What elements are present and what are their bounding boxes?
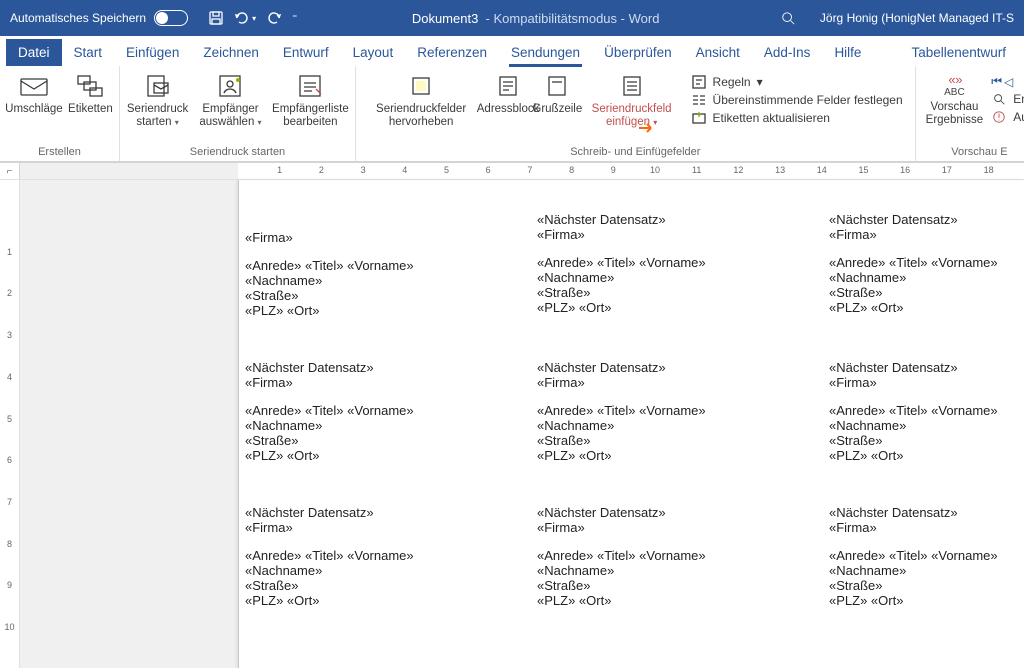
label-cell[interactable]: «Nächster Datensatz»«Firma»«Anrede» «Tit… <box>531 344 823 489</box>
highlight-fields-button[interactable]: Seriendruckfelder hervorheben <box>362 70 480 130</box>
match-fields-icon <box>691 92 707 108</box>
label-cell[interactable]: «Nächster Datensatz»«Firma»«Anrede» «Tit… <box>531 196 823 344</box>
nav-prev-icon: ◁ <box>1004 75 1013 89</box>
autosave-toggle[interactable]: Automatisches Speichern <box>0 10 198 26</box>
horizontal-ruler[interactable]: 123456789101112131415161718 <box>238 163 1024 179</box>
rules-button[interactable]: Regeln ▾ <box>691 74 903 90</box>
tab-view[interactable]: Ansicht <box>684 39 752 66</box>
undo-button[interactable]: ▾ <box>234 10 256 26</box>
tab-mailings[interactable]: Sendungen <box>499 39 592 66</box>
highlight-icon <box>404 72 438 100</box>
address-block-button[interactable]: Adressblock <box>482 70 534 118</box>
label-cell[interactable]: «Nächster Datensatz»«Firma»«Anrede» «Tit… <box>531 489 823 634</box>
envelope-icon <box>17 72 51 100</box>
group-create-label: Erstellen <box>0 144 119 161</box>
tab-start[interactable]: Start <box>62 39 115 66</box>
autosave-switch[interactable] <box>154 10 188 26</box>
edit-recipient-list-button[interactable]: Empfängerliste bearbeiten <box>272 70 349 130</box>
edit-list-icon <box>293 72 327 100</box>
preview-results-button[interactable]: « » ABC Vorschau Ergebnisse <box>922 70 988 128</box>
tab-design[interactable]: Entwurf <box>271 39 341 66</box>
tab-addins[interactable]: Add-Ins <box>752 39 823 66</box>
autosave-label: Automatisches Speichern <box>10 11 146 25</box>
error-check-icon <box>991 109 1007 125</box>
search-icon <box>991 91 1007 107</box>
tab-file[interactable]: Datei <box>6 39 62 66</box>
vertical-ruler[interactable]: 12345678910 <box>0 180 20 668</box>
select-recipients-button[interactable]: Empfänger auswählen ▾ <box>195 70 266 130</box>
labels-icon <box>73 72 107 100</box>
user-name[interactable]: Jörg Honig (HonigNet Managed IT-S <box>820 11 1014 25</box>
group-fields-label: Schreib- und Einfügefelder <box>356 144 915 161</box>
find-recipient-button[interactable]: Em <box>991 91 1024 107</box>
addressblock-icon <box>491 72 525 100</box>
recipients-icon <box>213 72 247 100</box>
label-cell[interactable]: «Nächster Datensatz»«Firma»«Anrede» «Tit… <box>239 344 531 489</box>
save-icon[interactable] <box>208 10 224 26</box>
qat-customize[interactable]: ⁼ <box>292 13 297 24</box>
preview-icon: « » ABC <box>937 72 971 98</box>
label-cell[interactable]: «Nächster Datensatz»«Firma»«Anrede» «Tit… <box>823 489 1024 634</box>
insert-merge-field-button[interactable]: Seriendruckfeld einfügen ▾ <box>581 70 683 130</box>
label-cell[interactable]: «Nächster Datensatz»«Firma»«Anrede» «Tit… <box>823 196 1024 344</box>
envelopes-button[interactable]: Umschläge <box>6 70 62 118</box>
window-title: Dokument3 - Kompatibilitätsmodus - Word <box>307 11 764 26</box>
ruler-corner[interactable]: ⌐ <box>0 163 20 179</box>
tab-help[interactable]: Hilfe <box>822 39 873 66</box>
tab-draw[interactable]: Zeichnen <box>191 39 271 66</box>
tab-table-design[interactable]: Tabellenentwurf <box>899 39 1018 66</box>
tab-references[interactable]: Referenzen <box>405 39 499 66</box>
labels-button[interactable]: Etiketten <box>68 70 113 118</box>
label-cell[interactable]: «Nächster Datensatz»«Firma»«Anrede» «Tit… <box>239 489 531 634</box>
nav-first-button[interactable]: ⏮ ◁ <box>991 74 1024 89</box>
update-labels-icon <box>691 110 707 126</box>
tab-insert[interactable]: Einfügen <box>114 39 191 66</box>
update-labels-button[interactable]: Etiketten aktualisieren <box>691 110 903 126</box>
mailmerge-icon <box>141 72 175 100</box>
nav-first-icon: ⏮ <box>991 74 1002 89</box>
document-page[interactable]: «Firma»«Anrede» «Titel» «Vorname» «Nachn… <box>238 180 1024 668</box>
start-mailmerge-button[interactable]: Seriendruck starten ▾ <box>126 70 189 130</box>
arrow-annotation-icon <box>639 122 657 134</box>
redo-button[interactable] <box>266 10 282 26</box>
label-cell[interactable]: «Nächster Datensatz»«Firma»«Anrede» «Tit… <box>823 344 1024 489</box>
group-mailmerge-label: Seriendruck starten <box>120 144 355 161</box>
check-errors-button[interactable]: Auf <box>991 109 1024 125</box>
chevron-down-icon: ▾ <box>757 75 763 89</box>
label-cell[interactable]: «Firma»«Anrede» «Titel» «Vorname» «Nachn… <box>239 196 531 344</box>
insert-field-icon <box>615 72 649 100</box>
tab-review[interactable]: Überprüfen <box>592 39 684 66</box>
greeting-line-button[interactable]: Grußzeile <box>536 70 579 118</box>
greeting-icon <box>540 72 574 100</box>
tab-layout[interactable]: Layout <box>341 39 406 66</box>
group-preview-label: Vorschau E <box>916 144 1024 161</box>
rules-icon <box>691 74 707 90</box>
match-fields-button[interactable]: Übereinstimmende Felder festlegen <box>691 92 903 108</box>
search-icon[interactable] <box>774 8 802 28</box>
ribbon-tabs: Datei Start Einfügen Zeichnen Entwurf La… <box>0 36 1024 66</box>
